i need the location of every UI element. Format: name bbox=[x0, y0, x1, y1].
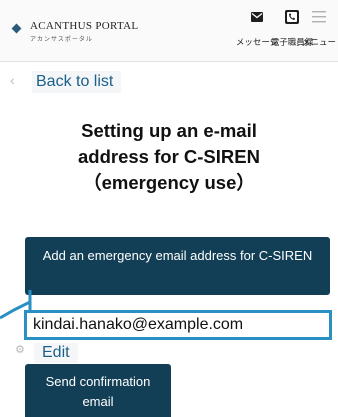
page-title-line-3: （emergency use） bbox=[83, 172, 255, 193]
back-to-list-link[interactable]: Back to list bbox=[32, 71, 122, 93]
page-title: Setting up an e-mail address for C-SIREN… bbox=[0, 118, 338, 196]
gear-icon: ⚙ bbox=[15, 344, 25, 356]
highlight-callout-line bbox=[0, 290, 32, 320]
send-confirmation-email-button[interactable]: Send confirmation email bbox=[25, 364, 171, 417]
emergency-email-address: kindai.hanako@example.com bbox=[24, 310, 332, 340]
menu-button[interactable]: メニュー bbox=[302, 6, 337, 48]
phone-directory-icon bbox=[285, 6, 299, 28]
edit-link[interactable]: Edit bbox=[34, 343, 78, 363]
back-navigation: ‹ Back to list bbox=[0, 70, 338, 94]
menu-label: メニュー bbox=[302, 37, 337, 47]
envelope-icon bbox=[251, 6, 263, 28]
logo-title: ACANTHUS PORTAL bbox=[30, 20, 139, 32]
page-title-line-2: address for C-SIREN bbox=[78, 146, 260, 167]
portal-header: ACANTHUS PORTAL アカンサスポータル メッセージ 電子職員録 メニ… bbox=[0, 0, 338, 62]
add-emergency-email-button[interactable]: Add an emergency email address for C-SIR… bbox=[25, 237, 330, 295]
page-title-line-1: Setting up an e-mail bbox=[81, 120, 257, 141]
hamburger-menu-icon bbox=[312, 6, 326, 28]
logo-subtitle: アカンサスポータル bbox=[30, 37, 93, 43]
